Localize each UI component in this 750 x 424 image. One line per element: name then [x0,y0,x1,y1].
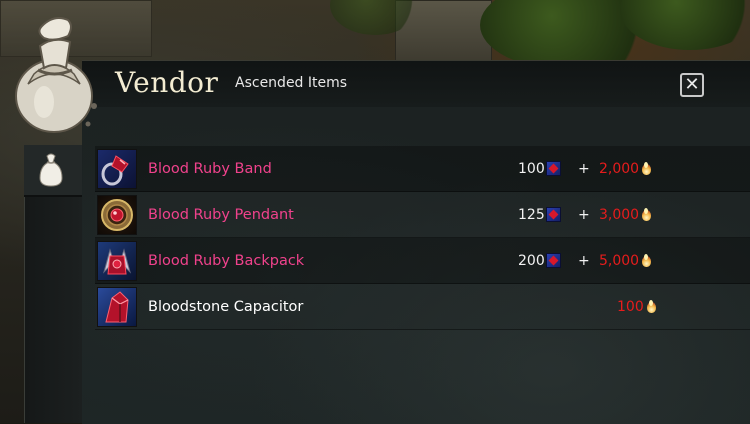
karma-cost: 100 [617,298,644,315]
karma-price: 3,000 [599,207,653,223]
backpack-icon [97,240,137,281]
gem-cost: 125 [518,206,545,223]
blood-ruby-icon [545,253,561,268]
karma-icon [641,253,653,268]
gem-price: 100 [518,161,561,177]
vendor-item-row[interactable]: Blood Ruby Backpack 200 + 5,000 [95,238,750,284]
ring-icon [97,148,137,189]
karma-icon [641,161,653,176]
karma-price: 2,000 [599,161,653,177]
close-button[interactable]: ✕ [680,73,704,97]
blood-ruby-icon [545,207,561,222]
vendor-item-row[interactable]: Blood Ruby Band 100 + 2,000 [95,146,750,192]
vendor-item-list: Blood Ruby Band 100 + 2,000 Blood Ruby P… [95,146,750,330]
gem-cost: 100 [518,160,545,177]
karma-price: 5,000 [599,253,653,269]
plus-sign: + [578,252,590,269]
karma-price: 100 [617,299,658,315]
item-name: Blood Ruby Backpack [148,252,305,269]
close-icon: ✕ [684,74,700,95]
karma-cost: 2,000 [599,160,640,177]
karma-icon [646,299,658,314]
item-name: Blood Ruby Band [148,160,272,177]
capacitor-icon [97,286,137,327]
vendor-tab-label: Ascended Items [235,75,348,91]
karma-cost: 3,000 [599,206,640,223]
amulet-icon [97,194,137,235]
karma-icon [641,207,653,222]
blood-ruby-icon [545,161,561,176]
vendor-item-row[interactable]: Blood Ruby Pendant 125 + 3,000 [95,192,750,238]
vendor-bag-icon [15,17,97,133]
gem-cost: 200 [518,252,545,269]
plus-sign: + [578,160,590,177]
bag-tab-icon [39,153,63,187]
item-name: Blood Ruby Pendant [148,206,294,223]
karma-cost: 5,000 [599,252,640,269]
gem-price: 125 [518,207,561,223]
plus-sign: + [578,206,590,223]
item-name: Bloodstone Capacitor [148,298,304,315]
vendor-title: Vendor [115,66,219,99]
gem-price: 200 [518,253,561,269]
vendor-item-row[interactable]: Bloodstone Capacitor 100 [95,284,750,330]
